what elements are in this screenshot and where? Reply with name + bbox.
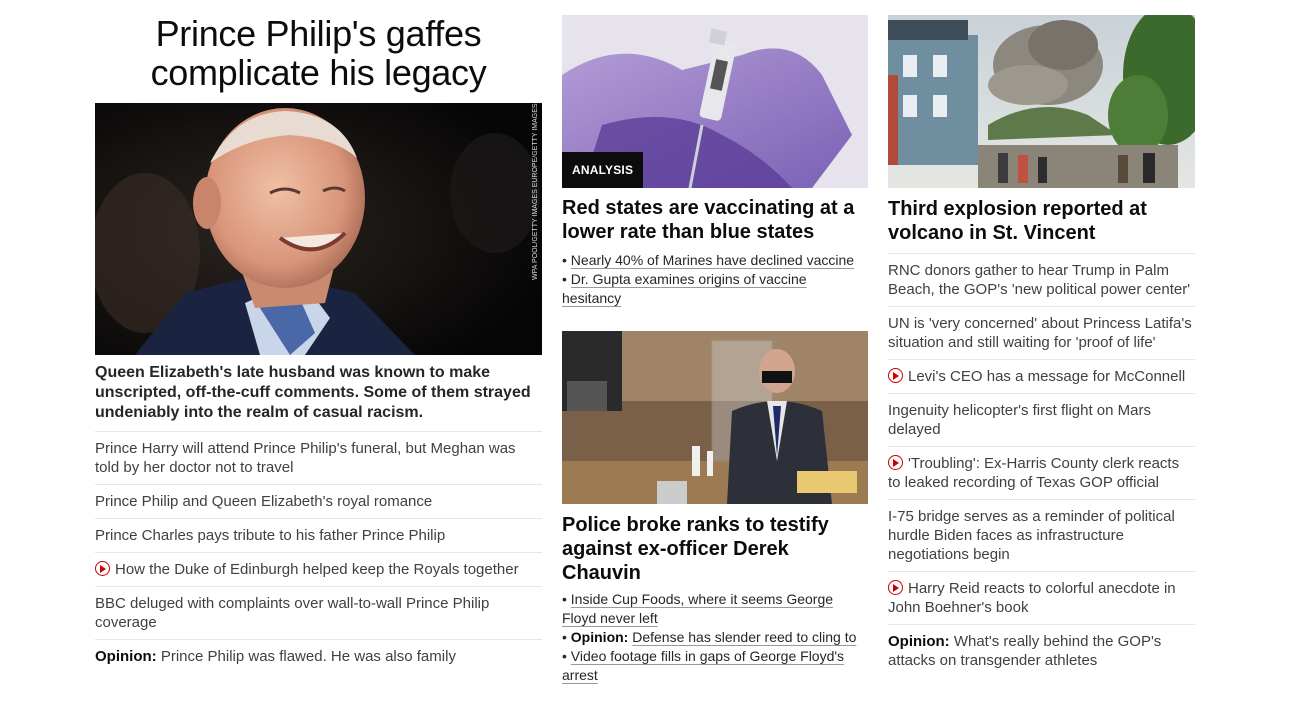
trial-image-art bbox=[562, 331, 868, 504]
list-item[interactable]: I-75 bridge serves as a reminder of poli… bbox=[888, 500, 1195, 572]
lead-headline[interactable]: Prince Philip's gaffes complicate his le… bbox=[95, 14, 542, 103]
list-item[interactable]: • Inside Cup Foods, where it seems Georg… bbox=[562, 590, 868, 628]
play-icon bbox=[888, 580, 903, 595]
list-item[interactable]: UN is 'very concerned' about Princess La… bbox=[888, 307, 1195, 360]
opinion-label: Opinion: bbox=[888, 633, 950, 650]
left-column: Prince Philip's gaffes complicate his le… bbox=[95, 0, 542, 673]
analysis-badge: ANALYSIS bbox=[562, 152, 644, 188]
image-credit: WPA POOL/GETTY IMAGES EUROPE/GETTY IMAGE… bbox=[532, 103, 539, 280]
list-item[interactable]: • Dr. Gupta examines origins of vaccine … bbox=[562, 270, 868, 308]
play-icon bbox=[888, 368, 903, 383]
lead-description[interactable]: Queen Elizabeth's late husband was known… bbox=[95, 363, 542, 432]
lead-headline-link[interactable]: Prince Philip's gaffes complicate his le… bbox=[151, 13, 487, 93]
vaccine-bullets: • Nearly 40% of Marines have declined va… bbox=[562, 251, 868, 308]
vaccine-headline[interactable]: Red states are vaccinating at a lower ra… bbox=[562, 196, 868, 244]
middle-column: ANALYSIS Red states are vaccinating at a… bbox=[562, 0, 868, 685]
list-item[interactable]: How the Duke of Edinburgh helped keep th… bbox=[95, 553, 542, 587]
chauvin-trial-photo[interactable] bbox=[562, 331, 868, 504]
list-item[interactable]: Ingenuity helicopter's first flight on M… bbox=[888, 394, 1195, 447]
list-item[interactable]: • Video footage fills in gaps of George … bbox=[562, 647, 868, 685]
list-item[interactable]: Prince Charles pays tribute to his fathe… bbox=[95, 519, 542, 553]
vaccine-photo[interactable]: ANALYSIS bbox=[562, 15, 868, 188]
volcano-headline[interactable]: Third explosion reported at volcano in S… bbox=[888, 197, 1195, 245]
list-item[interactable]: Harry Reid reacts to colorful anecdote i… bbox=[888, 572, 1195, 625]
hero-image-art bbox=[95, 103, 542, 355]
list-item[interactable]: Levi's CEO has a message for McConnell bbox=[888, 360, 1195, 394]
volcano-photo[interactable] bbox=[888, 15, 1195, 188]
list-item[interactable]: • Nearly 40% of Marines have declined va… bbox=[562, 251, 868, 270]
list-item[interactable]: Opinion: What's really behind the GOP's … bbox=[888, 625, 1195, 677]
prince-philip-photo[interactable]: WPA POOL/GETTY IMAGES EUROPE/GETTY IMAGE… bbox=[95, 103, 542, 355]
chauvin-headline[interactable]: Police broke ranks to testify against ex… bbox=[562, 513, 868, 585]
right-headline-list: RNC donors gather to hear Trump in Palm … bbox=[888, 253, 1195, 677]
volcano-image-art bbox=[888, 15, 1195, 188]
list-item[interactable]: Prince Philip and Queen Elizabeth's roya… bbox=[95, 485, 542, 519]
list-item[interactable]: Opinion: Prince Philip was flawed. He wa… bbox=[95, 640, 542, 673]
opinion-label: Opinion: bbox=[570, 629, 629, 645]
play-icon bbox=[888, 455, 903, 470]
list-item[interactable]: RNC donors gather to hear Trump in Palm … bbox=[888, 254, 1195, 307]
left-related-links: Prince Harry will attend Prince Philip's… bbox=[95, 432, 542, 673]
list-item[interactable]: 'Troubling': Ex-Harris County clerk reac… bbox=[888, 447, 1195, 500]
chauvin-story-card: Police broke ranks to testify against ex… bbox=[562, 331, 868, 685]
list-item[interactable]: • Opinion: Defense has slender reed to c… bbox=[562, 628, 868, 647]
list-item[interactable]: Prince Harry will attend Prince Philip's… bbox=[95, 432, 542, 485]
right-column: Third explosion reported at volcano in S… bbox=[888, 0, 1195, 677]
opinion-label: Opinion: bbox=[95, 648, 157, 665]
chauvin-bullets: • Inside Cup Foods, where it seems Georg… bbox=[562, 590, 868, 685]
vaccine-story-card: ANALYSIS Red states are vaccinating at a… bbox=[562, 15, 868, 308]
play-icon bbox=[95, 561, 110, 576]
list-item[interactable]: BBC deluged with complaints over wall-to… bbox=[95, 587, 542, 640]
